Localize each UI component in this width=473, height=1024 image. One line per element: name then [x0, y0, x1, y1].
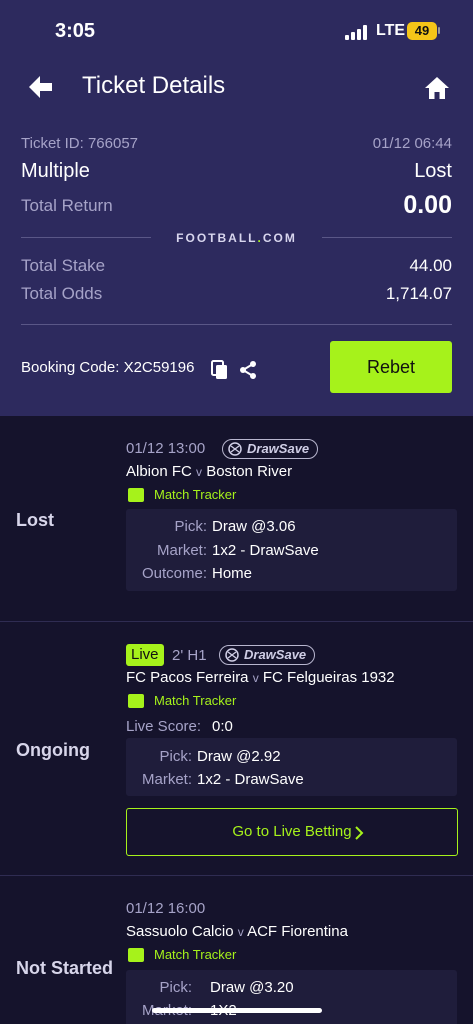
go-to-live-betting-button[interactable]: Go to Live Betting: [126, 808, 458, 856]
pick-label: Pick:: [159, 979, 192, 996]
chart-icon: [128, 948, 144, 962]
market-label: Market:: [141, 771, 192, 788]
battery-tip: [438, 27, 440, 34]
total-return-label: Total Return: [21, 196, 113, 215]
drawsave-badge: DrawSave: [222, 439, 319, 459]
match-minute: 2' H1: [172, 647, 207, 664]
pick-value: Draw @3.20: [210, 979, 294, 996]
bet-type: Multiple: [21, 160, 90, 182]
home-indicator[interactable]: [152, 1008, 322, 1013]
signal-icon: [345, 24, 371, 40]
total-stake-label: Total Stake: [21, 256, 106, 275]
ticket-id: Ticket ID: 766057: [21, 135, 139, 152]
bet-item: Not Started 01/12 16:00 Sassuolo Calcio …: [0, 876, 473, 1024]
total-odds-label: Total Odds: [21, 284, 103, 303]
brand-logo: FOOTBALL.COM: [176, 231, 297, 245]
match-tracker-link[interactable]: Match Tracker: [154, 487, 236, 502]
outcome-label: Outcome:: [141, 565, 207, 582]
chevron-right-icon: [355, 826, 364, 840]
match-datetime: 01/12 13:00: [126, 440, 206, 457]
ticket-datetime: 01/12 06:44: [372, 135, 452, 152]
app-header: Ticket Details: [0, 64, 473, 116]
chart-icon: [128, 694, 144, 708]
market-value: 1x2 - DrawSave: [212, 542, 319, 559]
bet-item: Lost 01/12 13:00 DrawSave Albion FC v Bo…: [0, 416, 473, 622]
status-time: 3:05: [55, 20, 96, 42]
rebet-button[interactable]: Rebet: [330, 341, 452, 393]
bet-status: Ongoing: [16, 740, 90, 760]
match-tracker-link[interactable]: Match Tracker: [154, 947, 236, 962]
bet-item: Ongoing Live 2' H1 DrawSave FC Pacos Fer…: [0, 622, 473, 876]
match-teams: Sassuolo Calcio v ACF Fiorentina: [126, 923, 348, 940]
booking-code: Booking Code: X2C59196: [21, 359, 195, 376]
pick-label: Pick:: [159, 748, 192, 765]
status-bar: 3:05 LTE 49: [0, 0, 473, 64]
bet-details: Pick: Draw @2.92 Market: 1x2 - DrawSave: [126, 738, 457, 796]
total-odds-value: 1,714.07: [385, 284, 452, 303]
copy-icon[interactable]: [211, 360, 229, 380]
bet-details: Pick: Draw @3.06 Market: 1x2 - DrawSave …: [126, 509, 457, 591]
bet-status: Not Started: [16, 958, 114, 978]
network-label: LTE: [376, 22, 406, 39]
total-stake-value: 44.00: [409, 256, 452, 275]
home-icon[interactable]: [423, 74, 451, 102]
live-badge: Live: [126, 644, 164, 666]
total-return-value: 0.00: [403, 191, 452, 219]
outcome-value: Home: [212, 565, 253, 582]
live-score-value: 0:0: [212, 718, 233, 735]
pick-value: Draw @3.06: [212, 518, 296, 535]
drawsave-badge: DrawSave: [219, 645, 316, 665]
share-icon[interactable]: [238, 360, 258, 380]
market-value: 1x2 - DrawSave: [197, 771, 304, 788]
bet-status: Lost: [16, 510, 54, 530]
pick-value: Draw @2.92: [197, 748, 281, 765]
bet-details: Pick: Draw @3.20 Market: 1X2: [126, 970, 457, 1024]
pick-label: Pick:: [174, 518, 207, 535]
ticket-summary: Ticket ID: 766057 01/12 06:44 Multiple L…: [0, 116, 473, 416]
divider: [21, 324, 452, 325]
market-label: Market:: [156, 542, 207, 559]
live-score-label: Live Score:: [126, 718, 202, 735]
arrow-left-icon[interactable]: [26, 72, 56, 102]
page-title: Ticket Details: [82, 72, 226, 99]
ticket-result: Lost: [414, 160, 452, 182]
match-datetime: 01/12 16:00: [126, 900, 206, 917]
match-teams: FC Pacos Ferreira v FC Felgueiras 1932: [126, 669, 395, 686]
match-teams: Albion FC v Boston River: [126, 463, 293, 480]
chart-icon: [128, 488, 144, 502]
battery-icon: 49: [407, 22, 437, 40]
divider: [322, 237, 452, 238]
match-tracker-link[interactable]: Match Tracker: [154, 693, 236, 708]
